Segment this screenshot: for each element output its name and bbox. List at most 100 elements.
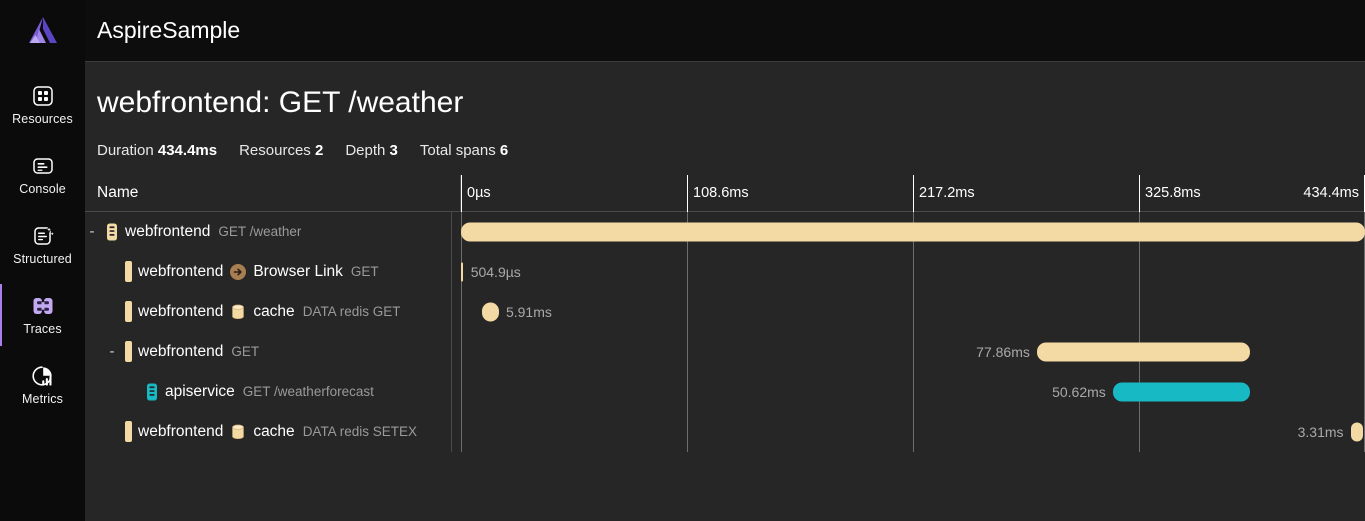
metric-value: 6 bbox=[499, 141, 509, 159]
span-color-bar-icon bbox=[125, 301, 132, 322]
trace-summary-metrics: Duration 434.4ms Resources 2 Depth 3 Tot… bbox=[85, 122, 1365, 159]
span-duration-bar[interactable] bbox=[1036, 342, 1251, 361]
span-timeline-cell[interactable]: 3.31ms bbox=[461, 412, 1365, 452]
top-bar: AspireSample bbox=[85, 0, 1365, 62]
span-name-cell: webfrontend Browser Link GET bbox=[85, 252, 461, 292]
tick-label: 434.4ms bbox=[1303, 185, 1359, 201]
timeline-tick: 217.2ms bbox=[913, 174, 975, 212]
tick-label: 108.6ms bbox=[693, 185, 749, 201]
metric-duration: Duration 434.4ms bbox=[97, 142, 217, 159]
span-timeline-cell[interactable]: 5.91ms bbox=[461, 292, 1365, 332]
span-target-name: Browser Link bbox=[253, 262, 343, 280]
span-operation-detail: GET bbox=[350, 264, 379, 279]
app-title: AspireSample bbox=[97, 17, 241, 43]
sidebar-item-console[interactable]: Console bbox=[0, 140, 85, 210]
span-duration-label: 504.9µs bbox=[470, 263, 521, 280]
main-area: AspireSample webfrontend: GET /weather D… bbox=[85, 0, 1365, 521]
tick-label: 217.2ms bbox=[919, 185, 975, 201]
span-name-cell: apiservice GET /weatherforecast bbox=[85, 372, 461, 412]
content-panel: webfrontend: GET /weather Duration 434.4… bbox=[85, 62, 1365, 521]
trace-span-row[interactable]: webfrontend cache DATA redis SETEX 3.31ms bbox=[85, 412, 1365, 452]
trace-span-row[interactable]: webfrontend cache DATA redis GET 5.91ms bbox=[85, 292, 1365, 332]
span-name-cell: - webfrontend GET /weather bbox=[85, 212, 461, 252]
span-name-content: webfrontend cache DATA redis SETEX bbox=[125, 421, 417, 442]
timeline-tick: 434.4ms bbox=[1303, 174, 1365, 212]
span-operation-detail: DATA redis GET bbox=[302, 304, 401, 319]
sidebar-item-label: Resources bbox=[12, 112, 73, 127]
tick-label: 325.8ms bbox=[1145, 185, 1201, 201]
span-timeline-cell[interactable]: 50.62ms bbox=[461, 372, 1365, 412]
sidebar-item-metrics[interactable]: Metrics bbox=[0, 350, 85, 420]
sidebar-item-resources[interactable]: Resources bbox=[0, 70, 85, 140]
resources-grid-icon bbox=[31, 84, 55, 108]
aspire-logo-icon bbox=[28, 17, 57, 43]
timeline-tick: 108.6ms bbox=[687, 174, 749, 212]
metric-value: 3 bbox=[389, 141, 398, 159]
span-timeline-cell[interactable] bbox=[461, 212, 1365, 252]
span-duration-bar[interactable] bbox=[1350, 422, 1363, 441]
span-name-content: webfrontend GET bbox=[125, 341, 259, 362]
span-duration-label: 50.62ms bbox=[1052, 383, 1106, 400]
timeline-axis: 0µs 108.6ms 217.2ms 325.8ms 434.4ms bbox=[461, 174, 1365, 212]
span-color-bar-icon bbox=[125, 261, 132, 282]
sidebar-item-structured[interactable]: Structured bbox=[0, 210, 85, 280]
span-target-name: cache bbox=[253, 302, 295, 320]
span-color-bar-icon bbox=[125, 341, 132, 362]
metric-label: Total spans bbox=[419, 141, 496, 159]
metric-label: Duration bbox=[97, 141, 154, 159]
span-timeline-cell[interactable]: 77.86ms bbox=[461, 332, 1365, 372]
traces-link-icon bbox=[31, 294, 55, 318]
redis-database-icon bbox=[232, 424, 245, 439]
row-expander-toggle[interactable]: - bbox=[85, 223, 99, 240]
span-duration-label: 5.91ms bbox=[505, 303, 552, 320]
tick-line bbox=[1139, 174, 1140, 212]
span-name-content: apiservice GET /weatherforecast bbox=[145, 383, 374, 401]
span-name-content: webfrontend GET /weather bbox=[105, 223, 301, 241]
metric-value: 434.4ms bbox=[157, 141, 218, 159]
span-timeline-cell[interactable]: 504.9µs bbox=[461, 252, 1365, 292]
span-duration-label: 77.86ms bbox=[976, 343, 1030, 360]
timeline-tick: 325.8ms bbox=[1139, 174, 1201, 212]
span-duration-bar[interactable] bbox=[461, 222, 1365, 241]
span-target-name: cache bbox=[253, 422, 295, 440]
span-resource-name: webfrontend bbox=[138, 302, 224, 320]
trace-span-row[interactable]: webfrontend Browser Link GET 504.9µs bbox=[85, 252, 1365, 292]
aspire-logo[interactable] bbox=[0, 0, 85, 62]
trace-span-row[interactable]: - webfrontend GET 77.86ms bbox=[85, 332, 1365, 372]
metric-total-spans: Total spans 6 bbox=[420, 142, 508, 159]
app-root: Resources Console Structured Traces Metr… bbox=[0, 0, 1365, 521]
sidebar-item-label: Traces bbox=[23, 322, 62, 337]
trace-span-row[interactable]: - webfrontend GET /weather bbox=[85, 212, 1365, 252]
metric-label: Resources bbox=[239, 141, 311, 159]
row-expander-toggle[interactable]: - bbox=[105, 343, 119, 360]
sidebar: Resources Console Structured Traces Metr… bbox=[0, 0, 85, 521]
arrow-right-circle-icon bbox=[230, 263, 247, 280]
span-name-cell: webfrontend cache DATA redis SETEX bbox=[85, 412, 461, 452]
tick-line bbox=[913, 174, 914, 212]
structured-logs-sparkle-icon bbox=[31, 224, 55, 248]
span-name-cell: webfrontend cache DATA redis GET bbox=[85, 292, 461, 332]
span-duration-bar[interactable] bbox=[461, 262, 463, 281]
redis-database-icon bbox=[232, 304, 245, 319]
trace-span-row[interactable]: apiservice GET /weatherforecast 50.62ms bbox=[85, 372, 1365, 412]
span-operation-detail: GET /weather bbox=[218, 224, 302, 239]
metrics-pie-chart-icon bbox=[31, 364, 55, 388]
trace-grid: Name 0µs 108.6ms 217.2ms 325.8ms 434.4ms - we… bbox=[85, 174, 1365, 521]
span-duration-bar[interactable] bbox=[481, 302, 499, 321]
metric-resources: Resources 2 bbox=[239, 142, 323, 159]
metric-depth: Depth 3 bbox=[345, 142, 398, 159]
sidebar-item-traces[interactable]: Traces bbox=[0, 280, 85, 350]
span-duration-label: 3.31ms bbox=[1297, 423, 1344, 440]
sidebar-nav: Resources Console Structured Traces Metr… bbox=[0, 62, 85, 420]
trace-grid-body: - webfrontend GET /weather webfrontend Brows… bbox=[85, 211, 1365, 452]
span-duration-bar[interactable] bbox=[1112, 382, 1251, 401]
column-header-name[interactable]: Name bbox=[85, 174, 461, 211]
sidebar-item-label: Console bbox=[19, 182, 66, 197]
span-operation-detail: GET /weatherforecast bbox=[242, 384, 374, 399]
service-resource-icon bbox=[107, 223, 117, 240]
span-name-content: webfrontend cache DATA redis GET bbox=[125, 301, 400, 322]
span-resource-name: webfrontend bbox=[138, 342, 224, 360]
span-resource-name: webfrontend bbox=[138, 262, 224, 280]
page-title: webfrontend: GET /weather bbox=[97, 86, 464, 119]
span-operation-detail: GET bbox=[231, 344, 260, 359]
